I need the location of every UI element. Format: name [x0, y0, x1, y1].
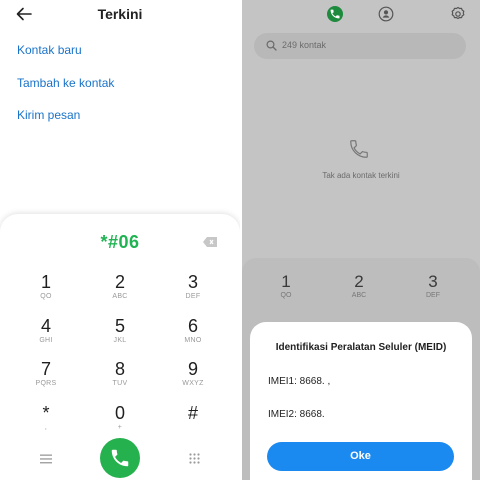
imei2-text: IMEI2: 8668.: [268, 409, 325, 420]
dialog-title: Identifikasi Peralatan Seluler (MEID): [275, 342, 447, 353]
contacts-tab-icon[interactable]: [378, 6, 394, 22]
call-button[interactable]: [100, 438, 140, 478]
menu-icon[interactable]: [40, 454, 52, 464]
key-7[interactable]: 7 PQRS: [18, 359, 74, 388]
backspace-icon[interactable]: [203, 237, 217, 247]
phone-tab-icon[interactable]: [327, 6, 343, 22]
contacts-panel: 249 kontak Tak ada kontak terkini 1 QO 2A…: [242, 0, 480, 480]
key-hash[interactable]: #: [165, 403, 221, 423]
key-1: 1 QO: [280, 272, 292, 299]
phone-outline-icon: [350, 140, 368, 158]
key-6[interactable]: 6 MNO: [165, 316, 221, 345]
key-5[interactable]: 5 JKL: [92, 316, 148, 345]
dialpad-grid-icon[interactable]: [189, 453, 200, 464]
empty-state-text: Tak ada kontak terkini: [322, 171, 400, 180]
settings-gear-icon[interactable]: [450, 6, 466, 22]
key-2[interactable]: 2 ABC: [92, 272, 148, 301]
key-3: 3 DEF: [426, 272, 440, 299]
search-icon: [266, 40, 277, 51]
imei1-text: IMEI1: 8668. ,: [268, 376, 331, 387]
key-8[interactable]: 8 TUV: [92, 359, 148, 388]
menu-item-add-to-contact[interactable]: Tambah ke kontak: [17, 76, 114, 90]
key-3[interactable]: 3 DEF: [165, 272, 221, 301]
page-title: Terkini: [97, 6, 143, 22]
menu-item-send-message[interactable]: Kirim pesan: [17, 108, 80, 122]
meid-dialog: Identifikasi Peralatan Seluler (MEID) IM…: [250, 322, 472, 480]
menu-item-new-contact[interactable]: Kontak baru: [17, 43, 82, 57]
phone-icon: [111, 449, 129, 467]
search-placeholder: 249 kontak: [282, 40, 327, 50]
key-2: 2 ABC: [351, 272, 367, 299]
key-star[interactable]: *,: [18, 403, 74, 432]
key-1[interactable]: 1 QO: [18, 272, 74, 301]
key-4[interactable]: 4 GHI: [18, 316, 74, 345]
key-0[interactable]: 0 +: [92, 403, 148, 432]
ok-button[interactable]: Oke: [267, 442, 454, 471]
key-9[interactable]: 9 WXYZ: [165, 359, 221, 388]
dialer-panel: Terkini Kontak baru Tambah ke kontak Kir…: [0, 0, 240, 480]
